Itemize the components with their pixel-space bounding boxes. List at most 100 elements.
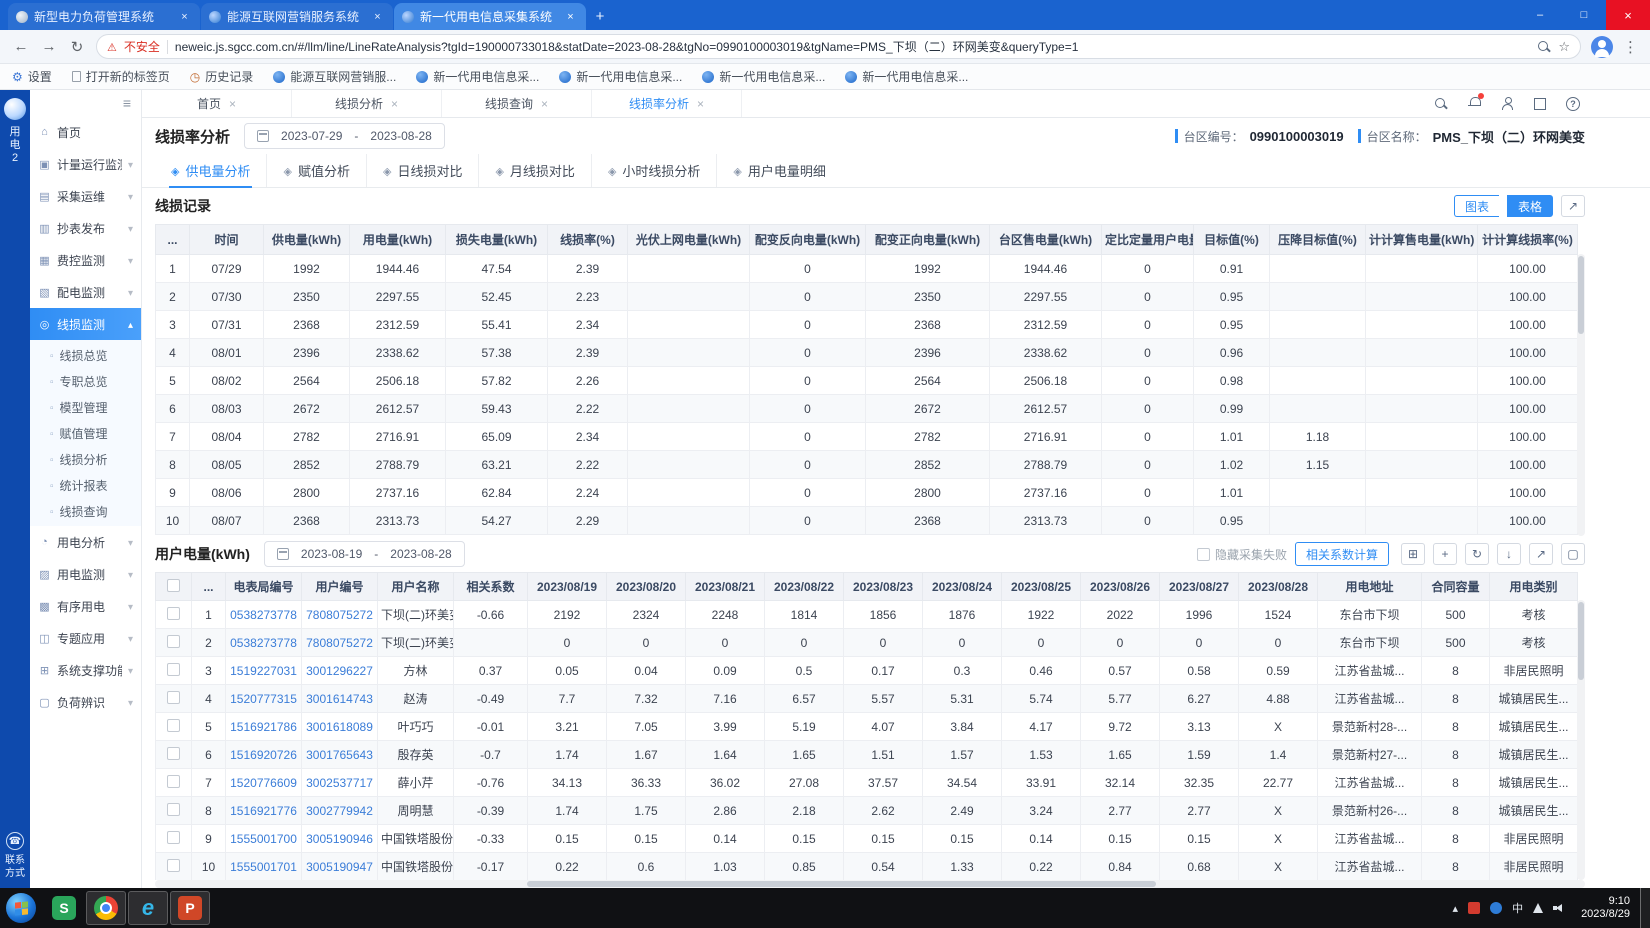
link-cell[interactable]: 3001765643 (302, 741, 378, 769)
browser-tab[interactable]: 新一代用电信息采集系统 (394, 3, 586, 30)
date-start[interactable]: 2023-08-19 (301, 547, 362, 561)
link-cell[interactable]: 1516921786 (226, 713, 302, 741)
row-checkbox[interactable] (167, 635, 180, 648)
sidebar-item[interactable]: 有序用电 (30, 590, 141, 622)
link-cell[interactable]: 1516921776 (226, 797, 302, 825)
date-end[interactable]: 2023-08-28 (390, 547, 451, 561)
vertical-scrollbar[interactable] (1577, 600, 1585, 880)
bookmark-item[interactable]: 新一代用电信息采... (416, 68, 539, 85)
link-cell[interactable]: 0538273778 (226, 601, 302, 629)
link-cell[interactable]: 3001618089 (302, 713, 378, 741)
help-icon[interactable] (1566, 97, 1580, 111)
link-cell[interactable]: 1519227031 (226, 657, 302, 685)
security-warning-label[interactable]: 不安全 (124, 38, 160, 55)
contact-block[interactable]: 联系方式 (4, 832, 26, 880)
fullscreen-icon[interactable] (1534, 98, 1546, 110)
bookmark-item[interactable]: 能源互联网营销服... (273, 68, 396, 85)
subtab[interactable]: 月线损对比 (478, 154, 590, 187)
url-text[interactable]: neweic.js.sgcc.com.cn/#/llm/line/LineRat… (175, 38, 1530, 55)
download-button[interactable] (1497, 543, 1521, 565)
collapse-sidebar-icon[interactable] (123, 95, 131, 111)
scrollbar-thumb[interactable] (527, 881, 1156, 887)
tab-close-icon[interactable] (697, 97, 704, 111)
taskbar-ie-button[interactable] (128, 891, 168, 925)
address-bar[interactable]: 不安全 neweic.js.sgcc.com.cn/#/llm/line/Lin… (96, 34, 1581, 59)
table-view-button[interactable]: 表格 (1507, 195, 1553, 217)
row-checkbox[interactable] (167, 607, 180, 620)
row-checkbox[interactable] (167, 719, 180, 732)
fullscreen-button[interactable] (1561, 543, 1585, 565)
link-cell[interactable]: 3005190946 (302, 825, 378, 853)
minimize-button[interactable] (1518, 0, 1562, 30)
network-icon[interactable] (1533, 903, 1543, 913)
subtab[interactable]: 小时线损分析 (591, 154, 716, 187)
input-method-indicator[interactable]: 中 (1512, 900, 1523, 916)
sidebar-item[interactable]: 首页 (30, 116, 141, 148)
sidebar-subitem[interactable]: 赋值管理 (30, 420, 141, 446)
date-start[interactable]: 2023-07-29 (281, 129, 342, 143)
workspace-tab[interactable]: 线损查询 (442, 90, 592, 117)
date-range-picker[interactable]: 2023-07-29 - 2023-08-28 (244, 123, 445, 149)
scrollbar-thumb[interactable] (1578, 602, 1584, 680)
tab-close-icon[interactable] (391, 97, 398, 111)
link-cell[interactable]: 7808075272 (302, 601, 378, 629)
bookmark-item[interactable]: 打开新的标签页 (72, 68, 170, 85)
table-layout-button[interactable] (1401, 543, 1425, 565)
link-cell[interactable]: 7808075272 (302, 629, 378, 657)
link-cell[interactable]: 3002779942 (302, 797, 378, 825)
zoom-icon[interactable] (1537, 40, 1551, 54)
vertical-scrollbar[interactable] (1577, 254, 1585, 536)
sidebar-item[interactable]: 用电监测 (30, 558, 141, 590)
browser-menu-icon[interactable] (1623, 38, 1638, 56)
tray-security-icon[interactable] (1490, 902, 1502, 914)
tab-close-icon[interactable] (177, 9, 192, 24)
bookmark-item[interactable]: 设置 (12, 68, 52, 85)
user-avatar[interactable] (4, 98, 26, 120)
row-checkbox[interactable] (167, 663, 180, 676)
row-checkbox[interactable] (167, 691, 180, 704)
sidebar-item[interactable]: 采集运维 (30, 180, 141, 212)
notifications-button[interactable] (1468, 96, 1481, 112)
browser-tab[interactable]: 能源互联网营销服务系统 (201, 3, 393, 30)
maximize-button[interactable] (1562, 0, 1606, 30)
reload-icon[interactable] (68, 38, 86, 56)
export-button[interactable] (1529, 543, 1553, 565)
sidebar-subitem[interactable]: 统计报表 (30, 472, 141, 498)
back-icon[interactable] (12, 38, 30, 55)
bookmark-item[interactable]: 新一代用电信息采... (845, 68, 968, 85)
close-button[interactable] (1606, 0, 1650, 30)
taskbar-clock[interactable]: 9:10 2023/8/29 (1571, 895, 1640, 921)
select-all-checkbox[interactable] (167, 579, 180, 592)
date-end[interactable]: 2023-08-28 (370, 129, 431, 143)
link-cell[interactable]: 1555001701 (226, 853, 302, 881)
browser-tab[interactable]: 新型电力负荷管理系统 (8, 3, 200, 30)
row-checkbox[interactable] (167, 803, 180, 816)
row-checkbox[interactable] (167, 831, 180, 844)
bookmark-item[interactable]: 历史记录 (190, 68, 254, 85)
sidebar-item[interactable]: 用电分析 (30, 526, 141, 558)
subtab[interactable]: 供电量分析 (155, 154, 266, 187)
subtab[interactable]: 赋值分析 (266, 154, 365, 187)
new-tab-button[interactable] (587, 4, 613, 28)
sidebar-subitem[interactable]: 专职总览 (30, 368, 141, 394)
link-cell[interactable]: 3001296227 (302, 657, 378, 685)
row-checkbox[interactable] (167, 775, 180, 788)
link-cell[interactable]: 3001614743 (302, 685, 378, 713)
link-cell[interactable]: 1516920726 (226, 741, 302, 769)
tab-close-icon[interactable] (541, 97, 548, 111)
sidebar-subitem[interactable]: 线损总览 (30, 342, 141, 368)
sidebar-item[interactable]: 专题应用 (30, 622, 141, 654)
workspace-tab[interactable]: 首页 (142, 90, 292, 117)
tray-app-icon[interactable] (1468, 902, 1480, 914)
export-button[interactable] (1561, 195, 1585, 217)
sidebar-item[interactable]: 线损监测 (30, 308, 141, 340)
row-checkbox[interactable] (167, 859, 180, 872)
refresh-button[interactable] (1465, 543, 1489, 565)
add-button[interactable] (1433, 543, 1457, 565)
link-cell[interactable]: 0538273778 (226, 629, 302, 657)
chart-view-button[interactable]: 图表 (1454, 195, 1499, 217)
subtab[interactable]: 日线损对比 (366, 154, 478, 187)
bookmark-item[interactable]: 新一代用电信息采... (559, 68, 682, 85)
sidebar-item[interactable]: 系统支撑功能 (30, 654, 141, 686)
sidebar-item[interactable]: 抄表发布 (30, 212, 141, 244)
